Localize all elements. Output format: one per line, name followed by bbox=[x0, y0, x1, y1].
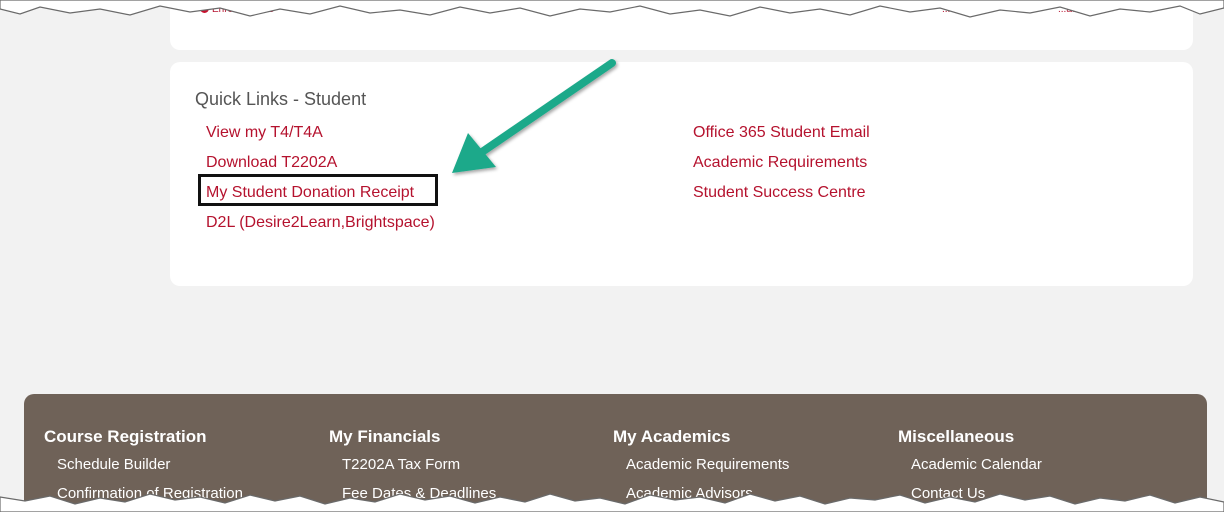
quick-links-left-column: View my T4/T4A Download T2202A My Studen… bbox=[206, 120, 435, 240]
footer-link-academic-calendar[interactable]: Academic Calendar bbox=[911, 450, 1042, 479]
footer-heading: My Financials bbox=[329, 427, 441, 446]
list-item: D2L (Desire2Learn,Brightspace) bbox=[206, 210, 435, 240]
footer-link-schedule-builder[interactable]: Schedule Builder bbox=[57, 450, 243, 479]
list-item: Download T2202A bbox=[206, 150, 435, 180]
torn-edge-bottom bbox=[0, 493, 1224, 512]
student-success-centre-link[interactable]: Student Success Centre bbox=[693, 184, 866, 201]
quick-links-right-column: Office 365 Student Email Academic Requir… bbox=[693, 120, 870, 210]
list-item: View my T4/T4A bbox=[206, 120, 435, 150]
d2l-link[interactable]: D2L (Desire2Learn,Brightspace) bbox=[206, 214, 435, 231]
green-arrow-icon bbox=[452, 59, 616, 173]
list-item: Student Success Centre bbox=[693, 180, 870, 210]
footer-heading: My Academics bbox=[613, 427, 731, 446]
office365-email-link[interactable]: Office 365 Student Email bbox=[693, 124, 870, 141]
screenshot-page: Enrolmen...es ...r view) ...ad a... Quic… bbox=[0, 0, 1224, 512]
footer-heading: Miscellaneous bbox=[898, 427, 1015, 446]
quick-links-title: Quick Links - Student bbox=[195, 89, 367, 109]
quick-links-card: Quick Links - Student View my T4/T4A Dow… bbox=[170, 62, 1193, 286]
torn-edge-top bbox=[0, 0, 1224, 18]
academic-requirements-link[interactable]: Academic Requirements bbox=[693, 154, 867, 171]
donation-receipt-link[interactable]: My Student Donation Receipt bbox=[206, 184, 414, 201]
footer-link-academic-requirements[interactable]: Academic Requirements bbox=[626, 450, 789, 479]
footer-link-t2202a-tax-form[interactable]: T2202A Tax Form bbox=[342, 450, 496, 479]
footer-heading: Course Registration bbox=[44, 427, 207, 446]
download-t2202a-link[interactable]: Download T2202A bbox=[206, 154, 337, 171]
list-item: My Student Donation Receipt bbox=[206, 180, 435, 210]
list-item: Academic Requirements bbox=[693, 150, 870, 180]
view-t4-link[interactable]: View my T4/T4A bbox=[206, 124, 323, 141]
list-item: Office 365 Student Email bbox=[693, 120, 870, 150]
